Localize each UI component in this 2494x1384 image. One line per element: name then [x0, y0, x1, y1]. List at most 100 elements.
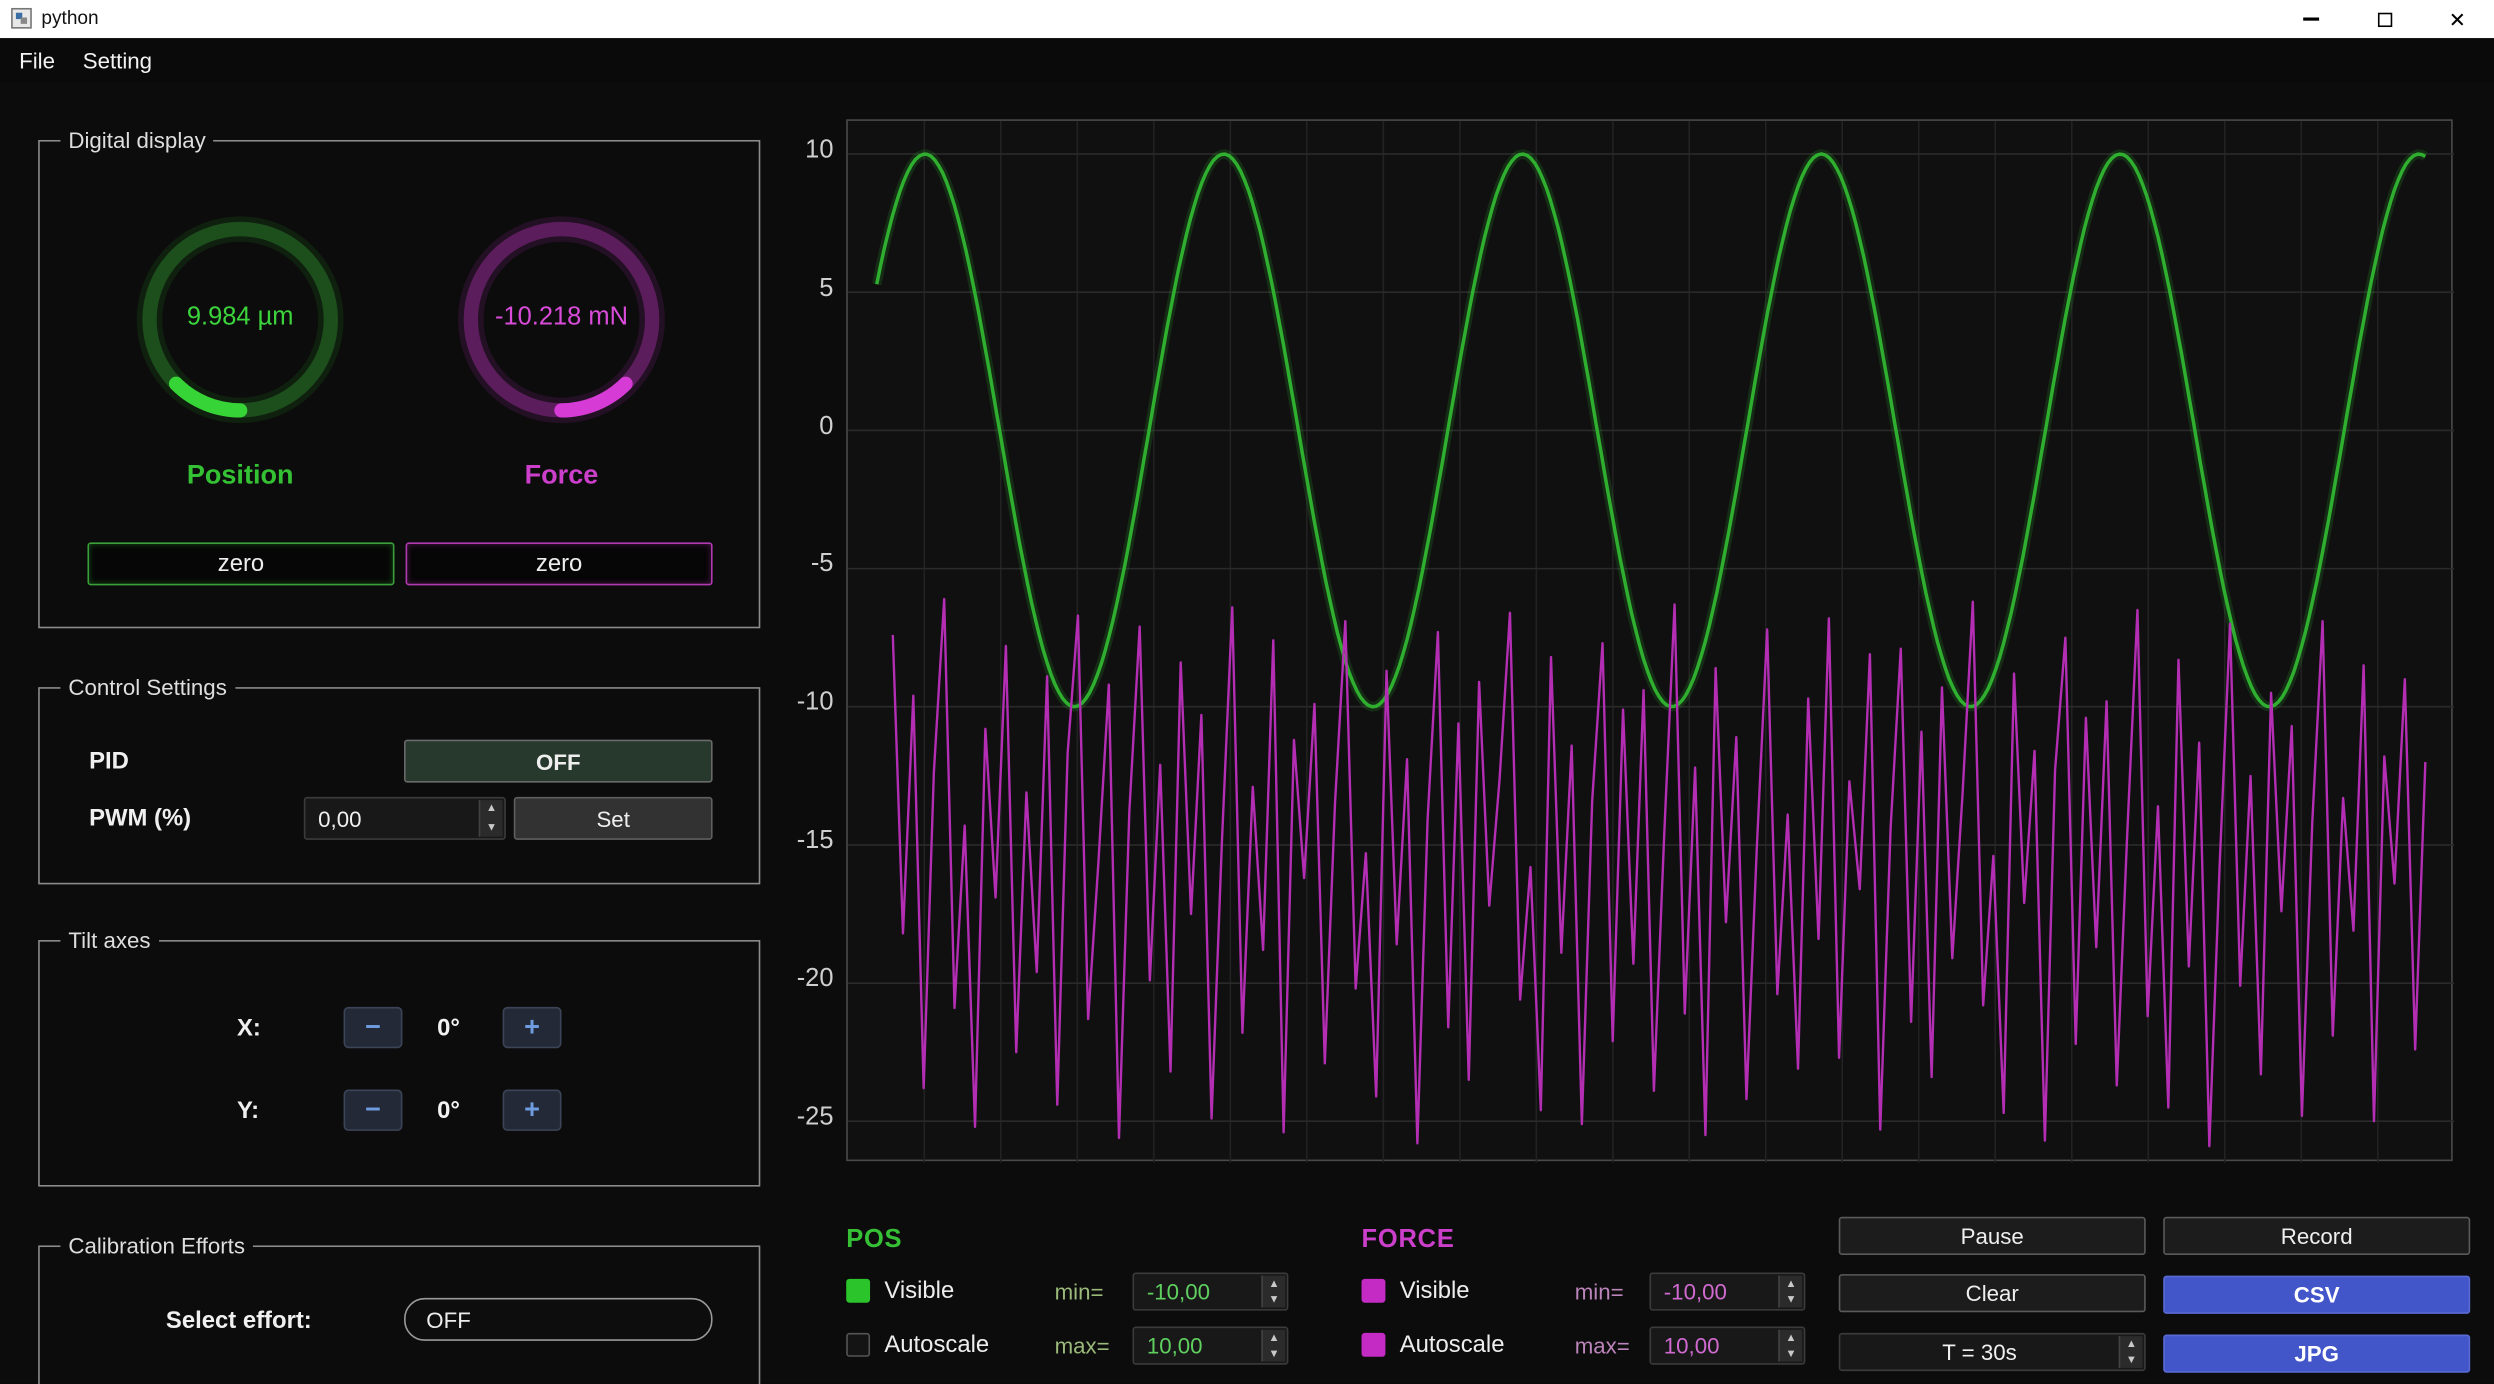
record-button[interactable]: Record — [2163, 1217, 2470, 1255]
pwm-spin-arrows[interactable]: ▲▼ — [479, 800, 503, 837]
spin-up-icon[interactable]: ▲ — [1780, 1330, 1802, 1346]
spin-down-icon[interactable]: ▼ — [1780, 1346, 1802, 1362]
force-max-value[interactable]: 10,00 — [1664, 1328, 1720, 1363]
force-section-header: FORCE — [1362, 1226, 1455, 1255]
pos-min-value[interactable]: -10,00 — [1147, 1274, 1210, 1309]
plus-icon: + — [524, 1012, 540, 1044]
pos-max-label: max= — [1055, 1333, 1110, 1358]
pwm-label: PWM (%) — [89, 805, 191, 832]
close-icon: ✕ — [2449, 9, 2466, 30]
force-zero-button[interactable]: zero — [406, 542, 713, 585]
force-max-spin-arrows[interactable]: ▲▼ — [1778, 1330, 1802, 1362]
y-tick-label: 10 — [773, 137, 833, 166]
tilt-y-plus-button[interactable]: + — [503, 1090, 562, 1131]
force-value: -10.218 mN — [457, 304, 667, 333]
select-effort-label: Select effort: — [72, 1307, 312, 1334]
position-gauge-label: Position — [113, 460, 367, 492]
title-bar[interactable]: python ✕ — [0, 0, 2494, 38]
tilt-y-minus-button[interactable]: − — [344, 1090, 403, 1131]
pos-autoscale-checkbox[interactable] — [846, 1333, 870, 1357]
y-tick-label: -15 — [773, 827, 833, 856]
effort-dropdown-value: OFF — [426, 1307, 471, 1332]
spin-up-icon[interactable]: ▲ — [2120, 1336, 2142, 1352]
pwm-set-button[interactable]: Set — [514, 797, 713, 840]
pid-toggle-button[interactable]: OFF — [404, 740, 713, 783]
tilt-y-value: 0° — [417, 1098, 481, 1125]
maximize-icon — [2377, 12, 2391, 26]
tilt-axes-group: Tilt axes X: − 0° + Y: − 0° + — [38, 940, 760, 1187]
pid-label: PID — [89, 748, 129, 775]
plus-icon: + — [524, 1094, 540, 1126]
tilt-y-label: Y: — [237, 1098, 259, 1125]
csv-button[interactable]: CSV — [2163, 1276, 2470, 1314]
y-tick-label: -20 — [773, 966, 833, 995]
spin-down-icon[interactable]: ▼ — [1780, 1292, 1802, 1308]
pos-visible-checkbox[interactable] — [846, 1279, 870, 1303]
jpg-button[interactable]: JPG — [2163, 1335, 2470, 1373]
pos-section-header: POS — [846, 1226, 902, 1255]
y-axis-ticks: 1050-5-10-15-20-25 — [773, 119, 833, 1161]
pause-button[interactable]: Pause — [1839, 1217, 2146, 1255]
force-min-spin-arrows[interactable]: ▲▼ — [1778, 1276, 1802, 1308]
spin-down-icon[interactable]: ▼ — [480, 818, 502, 836]
force-gauge: -10.218 mN — [457, 215, 667, 425]
position-value: 9.984 µm — [135, 304, 345, 333]
menu-setting[interactable]: Setting — [73, 45, 161, 77]
menu-file[interactable]: File — [10, 45, 65, 77]
spin-up-icon[interactable]: ▲ — [480, 800, 502, 818]
force-max-label: max= — [1575, 1333, 1630, 1358]
pos-min-label: min= — [1055, 1279, 1104, 1304]
pos-max-spinbox[interactable]: 10,00 ▲▼ — [1133, 1327, 1289, 1365]
minus-icon: − — [365, 1094, 381, 1126]
force-max-spinbox[interactable]: 10,00 ▲▼ — [1649, 1327, 1805, 1365]
pwm-value[interactable]: 0,00 — [318, 798, 361, 838]
control-settings-group: Control Settings PID OFF PWM (%) 0,00 ▲▼… — [38, 687, 760, 884]
spin-down-icon[interactable]: ▼ — [1263, 1292, 1285, 1308]
digital-display-group: Digital display 9.984 µm Position -10.21… — [38, 140, 760, 628]
force-gauge-label: Force — [434, 460, 688, 492]
digital-display-title: Digital display — [60, 127, 213, 152]
y-tick-label: 0 — [773, 413, 833, 442]
window-title: python — [41, 6, 98, 28]
plot-canvas[interactable] — [848, 121, 2455, 1163]
calibration-efforts-title: Calibration Efforts — [60, 1233, 252, 1258]
pos-max-value[interactable]: 10,00 — [1147, 1328, 1203, 1363]
force-visible-checkbox[interactable] — [1362, 1279, 1386, 1303]
pos-max-spin-arrows[interactable]: ▲▼ — [1261, 1330, 1285, 1362]
force-autoscale-label: Autoscale — [1400, 1331, 1505, 1358]
spin-up-icon[interactable]: ▲ — [1780, 1276, 1802, 1292]
menu-bar: File Setting — [0, 38, 2494, 83]
tilt-axes-title: Tilt axes — [60, 927, 158, 952]
spin-down-icon[interactable]: ▼ — [2120, 1352, 2142, 1368]
tilt-x-plus-button[interactable]: + — [503, 1007, 562, 1048]
y-tick-label: -10 — [773, 689, 833, 718]
maximize-button[interactable] — [2348, 0, 2421, 38]
control-settings-title: Control Settings — [60, 674, 234, 699]
force-min-value[interactable]: -10,00 — [1664, 1274, 1727, 1309]
y-tick-label: -25 — [773, 1104, 833, 1133]
force-autoscale-checkbox[interactable] — [1362, 1333, 1386, 1357]
time-spin-arrows[interactable]: ▲▼ — [2119, 1336, 2143, 1368]
time-window-value[interactable]: T = 30s — [1840, 1335, 2118, 1370]
clear-button[interactable]: Clear — [1839, 1274, 2146, 1312]
calibration-efforts-group: Calibration Efforts Select effort: OFF — [38, 1245, 760, 1384]
minimize-button[interactable] — [2275, 0, 2348, 38]
plot-area[interactable] — [846, 119, 2453, 1161]
force-min-spinbox[interactable]: -10,00 ▲▼ — [1649, 1272, 1805, 1310]
minus-icon: − — [365, 1012, 381, 1044]
close-button[interactable]: ✕ — [2421, 0, 2494, 38]
spin-up-icon[interactable]: ▲ — [1263, 1330, 1285, 1346]
pwm-spinbox[interactable]: 0,00 ▲▼ — [304, 797, 506, 840]
pos-visible-label: Visible — [884, 1277, 954, 1304]
position-gauge: 9.984 µm — [135, 215, 345, 425]
pos-min-spinbox[interactable]: -10,00 ▲▼ — [1133, 1272, 1289, 1310]
spin-down-icon[interactable]: ▼ — [1263, 1346, 1285, 1362]
minimize-icon — [2303, 17, 2319, 20]
pos-min-spin-arrows[interactable]: ▲▼ — [1261, 1276, 1285, 1308]
tilt-x-minus-button[interactable]: − — [344, 1007, 403, 1048]
effort-dropdown[interactable]: OFF — [404, 1298, 713, 1341]
time-window-spinbox[interactable]: T = 30s ▲▼ — [1839, 1333, 2146, 1371]
position-zero-button[interactable]: zero — [87, 542, 394, 585]
screen: python ✕ File Setting Digital display 9.… — [0, 0, 2494, 1384]
spin-up-icon[interactable]: ▲ — [1263, 1276, 1285, 1292]
